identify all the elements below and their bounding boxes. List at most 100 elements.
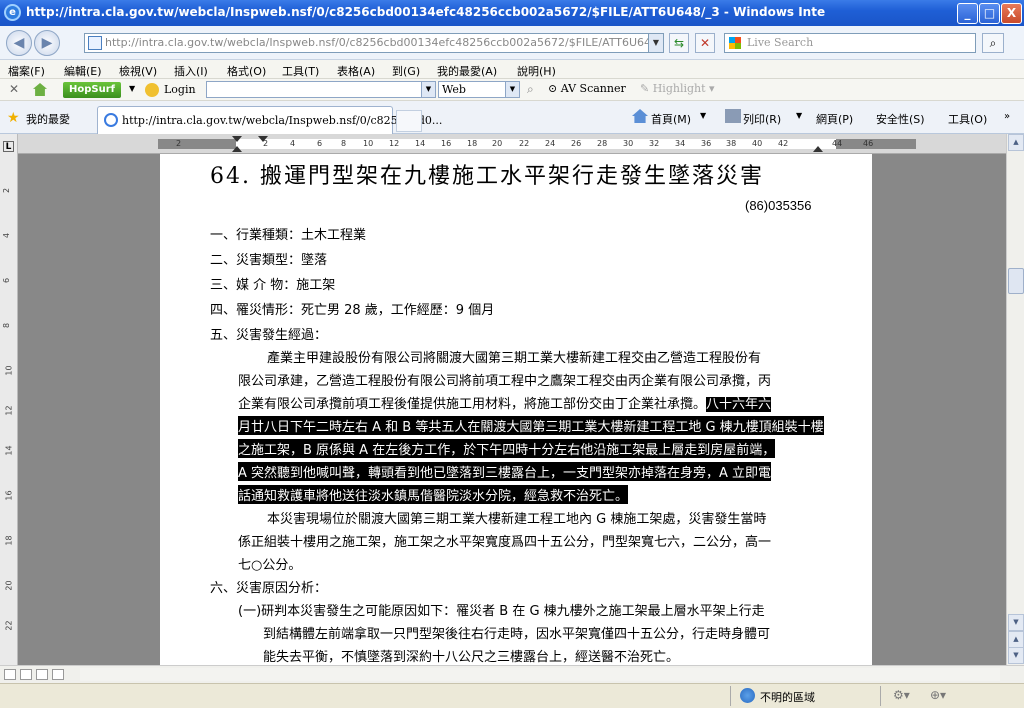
paragraph-line: 七○公分。 bbox=[238, 558, 302, 573]
ruler-number: 22 bbox=[519, 139, 530, 148]
printer-icon[interactable] bbox=[725, 109, 741, 123]
stop-icon[interactable]: ✕ bbox=[695, 33, 715, 53]
av-scanner-label: AV Scanner bbox=[560, 82, 626, 95]
print-command[interactable]: 列印(R) bbox=[743, 111, 781, 127]
chevron-down-icon[interactable]: ▼ bbox=[421, 82, 435, 97]
minimize-button[interactable]: _ bbox=[957, 3, 978, 24]
print-view-icon[interactable] bbox=[36, 669, 48, 680]
menu-edit[interactable]: 編輯(E) bbox=[64, 63, 102, 79]
selected-line[interactable]: 月廿八日下午二時左右 A 和 B 等共五人在關渡大國第三期工業大樓新建工程工地 … bbox=[238, 416, 824, 435]
first-line-indent-marker[interactable] bbox=[232, 136, 242, 142]
tab-stop-selector[interactable]: L bbox=[3, 141, 14, 152]
search-icon[interactable]: ⌕ bbox=[982, 33, 1004, 53]
selected-line[interactable]: 之施工架，B 原係與 A 在左後方工作，於下午四時十分左右他沿施工架最上層走到房… bbox=[238, 439, 776, 458]
hopsurf-logo[interactable]: HopSurf bbox=[63, 82, 121, 98]
browser-tab[interactable]: http://intra.cla.gov.tw/webcla/Inspweb.n… bbox=[97, 106, 442, 134]
menu-goto[interactable]: 到(G) bbox=[392, 63, 420, 79]
selected-line[interactable]: A 突然聽到他喊叫聲，轉頭看到他已墜落到三樓露台上，一支門型架亦掉落在身旁，A … bbox=[238, 462, 772, 481]
document-code: (86)035356 bbox=[745, 198, 812, 213]
scroll-down-icon[interactable]: ▼ bbox=[1008, 614, 1024, 631]
ruler-number: 44 bbox=[832, 139, 843, 148]
login-icon bbox=[145, 83, 159, 97]
scroll-up-icon[interactable]: ▲ bbox=[1008, 134, 1024, 151]
right-indent-marker[interactable] bbox=[813, 146, 823, 152]
scroll-track[interactable] bbox=[80, 668, 1000, 681]
title-bar: e http://intra.cla.gov.tw/webcla/Inspweb… bbox=[0, 0, 1024, 26]
login-link[interactable]: Login bbox=[164, 83, 196, 96]
favorites-star-icon[interactable]: ★ bbox=[7, 110, 20, 126]
close-toolbar-icon[interactable]: ✕ bbox=[9, 82, 19, 96]
menu-file[interactable]: 檔案(F) bbox=[8, 63, 45, 79]
vertical-scrollbar[interactable]: ▲ ▼ ▲ ▼ bbox=[1006, 134, 1024, 665]
selected-line[interactable]: 話通知救護車將他送往淡水鎮馬偕醫院淡水分院，經急救不治死亡。 bbox=[238, 485, 629, 504]
hanging-indent-marker[interactable] bbox=[258, 136, 268, 142]
favorites-bar: ★ 我的最愛 http://intra.cla.gov.tw/webcla/In… bbox=[0, 101, 1024, 134]
menu-help[interactable]: 說明(H) bbox=[517, 63, 556, 79]
hopsurf-search-input[interactable]: ▼ bbox=[206, 81, 436, 98]
page-icon bbox=[88, 36, 102, 50]
ruler-number: 10 bbox=[4, 365, 14, 376]
magnifier-icon[interactable]: ⌕ bbox=[527, 82, 534, 97]
home-icon[interactable] bbox=[33, 83, 47, 96]
scroll-thumb[interactable] bbox=[1008, 268, 1024, 294]
item-disaster-type: 二、災害類型：墜落 bbox=[210, 253, 328, 268]
tools-command[interactable]: 工具(O) bbox=[948, 111, 987, 127]
previous-page-icon[interactable]: ▲ bbox=[1008, 631, 1024, 648]
search-placeholder: Live Search bbox=[747, 36, 814, 49]
chevron-right-icon[interactable]: » bbox=[1004, 111, 1010, 122]
menu-tools[interactable]: 工具(T) bbox=[282, 63, 319, 79]
ruler-number: 20 bbox=[492, 139, 503, 148]
document-viewport[interactable]: L 2 4 6 8 10 12 14 16 18 20 22 2 2 4 6 8… bbox=[0, 134, 1006, 665]
forward-button[interactable]: ▶ bbox=[34, 30, 60, 56]
security-zone[interactable]: 不明的區域 bbox=[760, 689, 815, 705]
item-occurrence: 五、災害發生經過： bbox=[210, 328, 328, 343]
address-bar: ◀ ▶ http://intra.cla.gov.tw/webcla/Inspw… bbox=[0, 26, 1024, 60]
page-command[interactable]: 網頁(P) bbox=[816, 111, 853, 127]
favorites-button[interactable]: 我的最愛 bbox=[26, 111, 70, 127]
ruler-number: 32 bbox=[649, 139, 660, 148]
selected-text[interactable]: 八十六年六 bbox=[706, 397, 772, 412]
chevron-down-icon[interactable]: ▼ bbox=[505, 82, 519, 97]
refresh-icon[interactable]: ⇆ bbox=[669, 33, 689, 53]
search-engine-select[interactable]: Web ▼ bbox=[438, 81, 520, 98]
menu-format[interactable]: 格式(O) bbox=[227, 63, 266, 79]
item-cause-analysis: 六、災害原因分析： bbox=[210, 581, 328, 596]
ruler-number: 16 bbox=[441, 139, 452, 148]
search-input[interactable]: Live Search bbox=[724, 33, 976, 53]
ruler-number: 38 bbox=[726, 139, 737, 148]
item-casualty: 四、罹災情形：死亡男 28 歲，工作經歷：9 個月 bbox=[210, 303, 495, 318]
ruler-number: 18 bbox=[467, 139, 478, 148]
outline-view-icon[interactable] bbox=[52, 669, 64, 680]
url-dropdown-button[interactable]: ▼ bbox=[648, 33, 664, 53]
left-indent-marker[interactable] bbox=[232, 146, 242, 152]
menu-view[interactable]: 檢視(V) bbox=[119, 63, 157, 79]
home-command[interactable]: 首頁(M) bbox=[651, 111, 691, 127]
safety-command[interactable]: 安全性(S) bbox=[876, 111, 925, 127]
chevron-down-icon[interactable]: ▼ bbox=[796, 111, 802, 120]
back-button[interactable]: ◀ bbox=[6, 30, 32, 56]
highlight-button[interactable]: ✎ Highlight ▾ bbox=[640, 82, 715, 95]
menu-insert[interactable]: 插入(I) bbox=[174, 63, 208, 79]
chevron-down-icon[interactable]: ▼ bbox=[700, 111, 706, 120]
status-bar: 不明的區域 ⚙▾ ⊕▾ bbox=[0, 683, 1024, 708]
maximize-button[interactable]: □ bbox=[979, 3, 1000, 24]
new-tab-button[interactable] bbox=[396, 110, 422, 132]
menu-favorites[interactable]: 我的最愛(A) bbox=[437, 63, 497, 79]
ruler-number: 2 bbox=[176, 139, 182, 148]
ruler-number: 16 bbox=[4, 490, 14, 501]
ruler-number: 42 bbox=[778, 139, 789, 148]
horizontal-scrollbar[interactable] bbox=[0, 665, 1024, 683]
web-view-icon[interactable] bbox=[20, 669, 32, 680]
protected-mode-icon[interactable]: ⚙▾ bbox=[893, 688, 910, 702]
menu-table[interactable]: 表格(A) bbox=[337, 63, 375, 79]
home-icon[interactable] bbox=[632, 109, 648, 123]
av-scanner-button[interactable]: ⊙ AV Scanner bbox=[548, 82, 626, 95]
url-field[interactable]: http://intra.cla.gov.tw/webcla/Inspweb.n… bbox=[84, 33, 664, 53]
close-button[interactable]: X bbox=[1001, 3, 1022, 24]
chevron-down-icon[interactable]: ▼ bbox=[129, 84, 135, 93]
next-page-icon[interactable]: ▼ bbox=[1008, 647, 1024, 664]
normal-view-icon[interactable] bbox=[4, 669, 16, 680]
zoom-icon[interactable]: ⊕▾ bbox=[930, 688, 946, 702]
ruler-number: 22 bbox=[4, 620, 14, 631]
tab-title: http://intra.cla.gov.tw/webcla/Inspweb.n… bbox=[122, 114, 443, 127]
